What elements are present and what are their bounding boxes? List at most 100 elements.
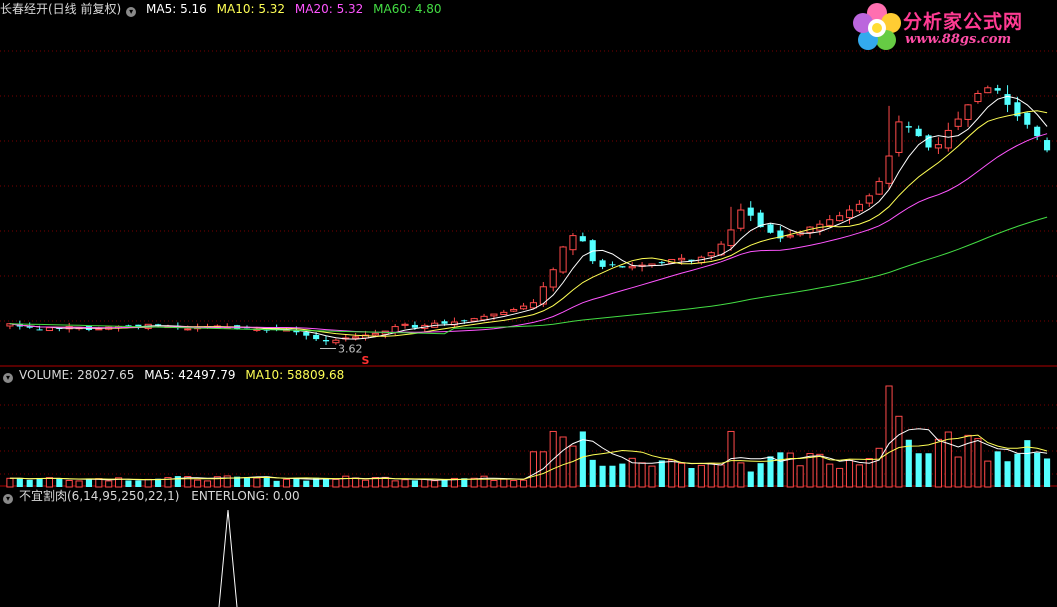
volume-bar-up xyxy=(559,436,567,488)
volume-bar-down xyxy=(994,451,1001,487)
ma5-label: MA5: 5.16 xyxy=(146,2,207,16)
ma60-label: MA60: 4.80 xyxy=(373,2,442,16)
candle-body-down xyxy=(1043,140,1051,151)
volume-bar-up xyxy=(954,456,962,488)
volume-bar-up xyxy=(796,465,804,488)
volume-bar-up xyxy=(806,453,814,488)
candle-body-down xyxy=(461,320,468,322)
volume-bar-up xyxy=(707,462,715,488)
candle-body-up xyxy=(974,92,982,103)
candle-body-up xyxy=(855,203,863,212)
candle-body-up xyxy=(510,309,518,312)
candle-body-down xyxy=(411,324,418,328)
candle-body-up xyxy=(480,315,488,321)
volume-bar-down xyxy=(322,479,330,487)
candle-body-up xyxy=(678,257,686,261)
watermark-name: 分析家公式网 xyxy=(903,11,1024,33)
volume-bar-up xyxy=(648,465,656,488)
volume-bar-up xyxy=(65,479,73,488)
candle-body-up xyxy=(737,209,745,229)
volume-bar-up xyxy=(490,479,498,488)
ma10-line xyxy=(9,110,1048,337)
candle-body-down xyxy=(1004,94,1011,105)
volume-bar-up xyxy=(282,478,291,488)
volume-bar-up xyxy=(75,480,83,488)
volume-bar-up xyxy=(845,459,854,488)
volume-bar-up xyxy=(6,477,14,488)
volume-bar-up xyxy=(391,480,399,488)
volume-bar-up xyxy=(361,479,370,488)
candle-body-up xyxy=(845,209,854,219)
volume-bar-down xyxy=(777,452,784,487)
indicator-panel-header: ▾ 不宜割肉(6,14,95,250,22,1) ENTERLONG: 0.00 xyxy=(0,488,306,504)
candle-body-down xyxy=(619,266,626,268)
candle-body-down xyxy=(1034,126,1041,137)
volume-bar-up xyxy=(401,479,409,488)
candle-body-up xyxy=(529,302,538,309)
stock-chart: 3.62S xyxy=(0,50,1057,607)
volume-bar-up xyxy=(510,480,518,488)
collapse-icon[interactable]: ▾ xyxy=(3,373,13,383)
volume-bar-up xyxy=(529,451,538,488)
volume-bar-up xyxy=(519,479,528,488)
candle-body-up xyxy=(875,181,883,195)
candle-body-up xyxy=(500,311,508,316)
watermark-url: www.88gs.com xyxy=(905,32,1012,47)
signal-marker: S xyxy=(362,354,370,367)
candle-body-down xyxy=(1024,112,1031,125)
volume-bar-down xyxy=(36,477,43,487)
volume-bar-down xyxy=(273,480,280,487)
candle-body-down xyxy=(599,260,606,267)
low-marker-label: 3.62 xyxy=(338,342,363,355)
candle-body-up xyxy=(934,144,942,149)
volume-bar-down xyxy=(243,477,251,487)
candle-body-up xyxy=(470,318,478,322)
volume-bar-up xyxy=(253,477,261,488)
volume-ma10-label: MA10: 58809.68 xyxy=(245,368,345,382)
candle-body-up xyxy=(895,121,903,153)
volume-bar-up xyxy=(727,430,735,488)
volume-bar-down xyxy=(125,480,132,487)
volume-bar-up xyxy=(352,477,360,488)
candle-body-down xyxy=(915,128,922,137)
volume-bar-down xyxy=(925,453,932,487)
volume-bar-up xyxy=(895,415,903,488)
ma10-label: MA10: 5.32 xyxy=(216,2,286,16)
volume-panel-header: ▾ VOLUME: 28027.65 MA5: 42497.79 MA10: 58… xyxy=(0,367,350,383)
candle-body-up xyxy=(707,252,715,257)
candle-body-up xyxy=(786,235,794,238)
candle-body-down xyxy=(905,126,912,128)
volume-bar-down xyxy=(174,476,181,487)
candle-body-down xyxy=(658,262,665,264)
candle-body-up xyxy=(944,129,952,149)
volume-bar-up xyxy=(342,475,350,488)
volume-bar-up xyxy=(875,447,883,488)
candle-body-up xyxy=(45,327,54,332)
volume-ma5-label: MA5: 42497.79 xyxy=(144,368,236,382)
volume-bar-down xyxy=(915,453,922,487)
volume-bar-up xyxy=(500,478,508,488)
volume-bar-down xyxy=(85,478,93,487)
candle-body-up xyxy=(490,313,498,317)
volume-bar-down xyxy=(135,480,142,487)
collapse-icon[interactable]: ▾ xyxy=(126,7,137,17)
volume-bar-down xyxy=(441,479,448,487)
volume-bar-up xyxy=(194,479,202,488)
candle-body-down xyxy=(303,332,310,336)
candle-body-up xyxy=(549,269,557,288)
volume-bar-down xyxy=(1014,453,1021,487)
volume-bar-up xyxy=(855,464,863,488)
candle-body-up xyxy=(984,87,992,94)
stock-title: 长春经开(日线 前复权) xyxy=(0,2,122,16)
volume-bar-up xyxy=(203,480,212,488)
volume-bar-up xyxy=(678,462,686,488)
volume-bar-down xyxy=(688,468,695,487)
volume-bar-down xyxy=(26,479,33,487)
collapse-icon[interactable]: ▾ xyxy=(3,494,13,504)
candle-body-up xyxy=(964,104,972,120)
ma20-label: MA20: 5.32 xyxy=(294,2,364,16)
candle-body-up xyxy=(401,323,409,326)
volume-bar-up xyxy=(737,462,745,488)
candle-body-up xyxy=(954,118,962,127)
volume-bar-up xyxy=(431,480,439,488)
